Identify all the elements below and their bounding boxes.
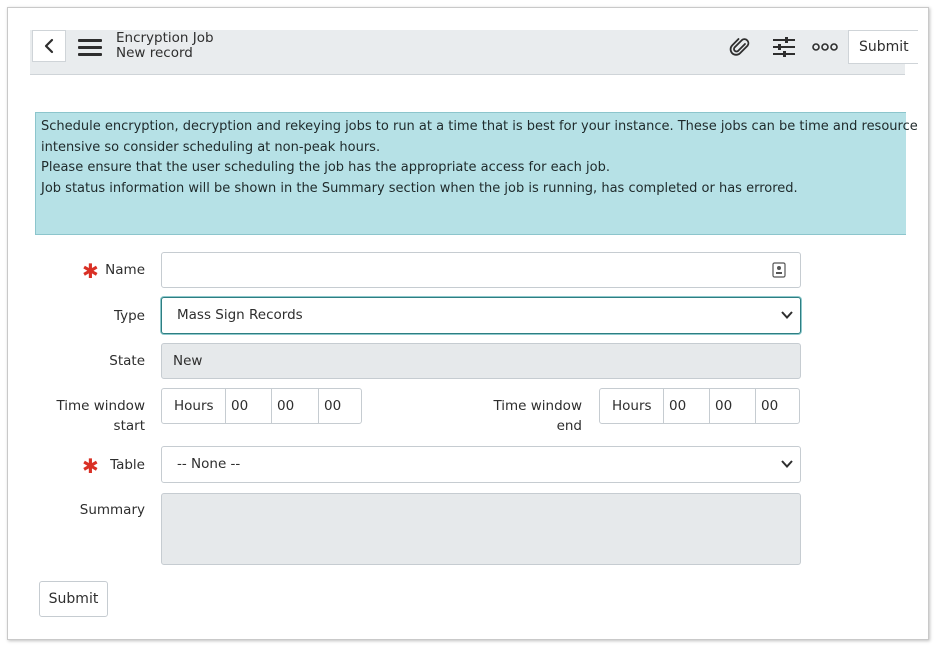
seconds-input[interactable]: 00: [755, 389, 799, 423]
summary-field: [161, 493, 801, 565]
page-title: Encryption Job: [116, 30, 214, 46]
name-label: Name: [105, 262, 145, 278]
state-label: State: [109, 353, 145, 369]
minutes-input[interactable]: 00: [709, 389, 755, 423]
chevron-left-icon: [44, 38, 54, 54]
attachment-icon[interactable]: [728, 36, 752, 58]
record-title: Encryption Job New record: [116, 31, 214, 61]
info-message: Schedule encryption, decryption and reke…: [35, 112, 918, 235]
back-button[interactable]: [32, 30, 66, 62]
summary-label: Summary: [79, 502, 145, 518]
header-submit-button[interactable]: Submit: [848, 30, 918, 64]
minutes-input[interactable]: 00: [271, 389, 318, 423]
hours-input[interactable]: 00: [663, 389, 709, 423]
required-marker: ✱: [82, 454, 99, 478]
state-field: New: [161, 343, 801, 379]
seconds-input[interactable]: 00: [318, 389, 361, 423]
info-line: Schedule encryption, decryption and reke…: [41, 119, 918, 134]
table-label: Table: [110, 457, 145, 473]
form-header: Encryption Job New record Submit: [30, 30, 918, 75]
state-value: New: [173, 353, 203, 369]
chevron-down-icon: [781, 311, 793, 319]
table-value: -- None --: [177, 456, 241, 472]
hours-unit-label: Hours: [612, 398, 652, 414]
time-window-start: Hours 00 00 00: [161, 388, 362, 424]
menu-icon[interactable]: [78, 36, 104, 58]
page-subtitle: New record: [116, 45, 193, 61]
settings-sliders-icon[interactable]: [770, 36, 798, 58]
type-label: Type: [113, 308, 145, 324]
time-window-end-label: Time window end: [493, 398, 582, 434]
type-value: Mass Sign Records: [177, 307, 303, 323]
name-input[interactable]: [161, 252, 801, 288]
type-select[interactable]: Mass Sign Records: [161, 297, 801, 334]
hours-input[interactable]: 00: [225, 389, 271, 423]
info-line: Job status information will be shown in …: [41, 180, 798, 196]
info-line: Please ensure that the user scheduling t…: [41, 160, 610, 175]
chevron-down-icon: [781, 460, 793, 468]
time-window-end: Hours 00 00 00: [599, 388, 800, 424]
time-window-start-label: Time window start: [56, 398, 145, 434]
contact-card-icon: [772, 262, 786, 278]
more-options-icon[interactable]: [812, 36, 838, 58]
required-marker: ✱: [82, 259, 99, 283]
info-line: intensive so consider scheduling at non-…: [41, 139, 381, 155]
table-select[interactable]: -- None --: [161, 446, 801, 483]
hours-unit-label: Hours: [174, 398, 214, 414]
submit-button[interactable]: Submit: [39, 581, 108, 617]
